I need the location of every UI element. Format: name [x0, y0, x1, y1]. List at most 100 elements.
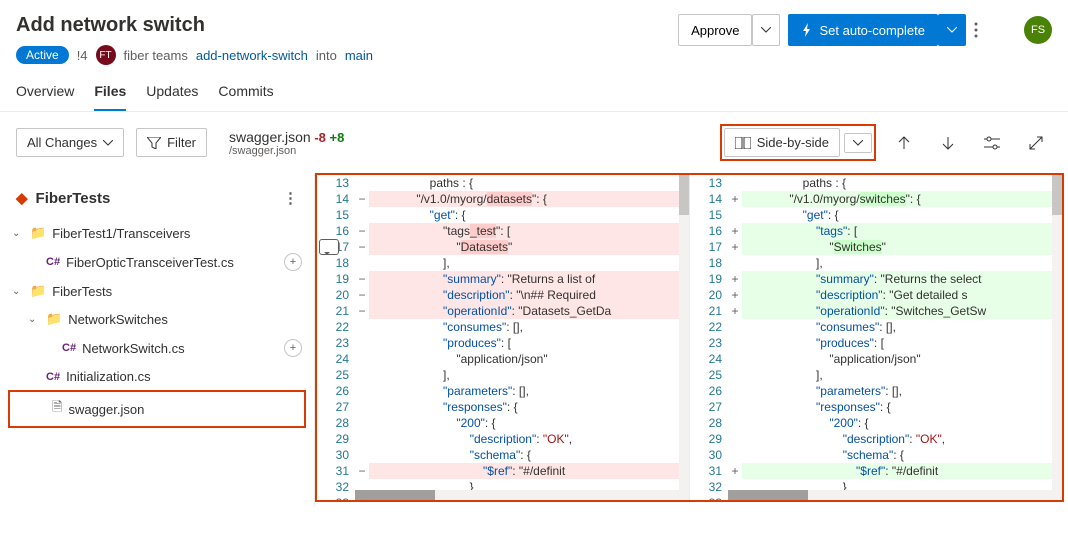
- diff-line[interactable]: 28 "200": {: [317, 415, 689, 431]
- expand-icon: [1029, 136, 1043, 150]
- diff-line[interactable]: 23 "produces": [: [317, 335, 689, 351]
- diff-line[interactable]: 30 "schema": {: [690, 447, 1062, 463]
- settings-button[interactable]: [976, 127, 1008, 159]
- tree-item-label: FiberOpticTransceiverTest.cs: [66, 255, 234, 270]
- diff-line[interactable]: 31+ "$ref": "#/definit: [690, 463, 1062, 479]
- diff-line[interactable]: 15 "get": {: [317, 207, 689, 223]
- tab-updates[interactable]: Updates: [146, 73, 198, 111]
- target-branch-link[interactable]: main: [345, 48, 373, 63]
- line-number: 29: [317, 431, 355, 447]
- line-number: 16: [317, 223, 355, 239]
- diff-line[interactable]: 24 "application/json": [317, 351, 689, 367]
- vertical-scrollbar[interactable]: [1052, 175, 1062, 500]
- line-number: 13: [690, 175, 728, 191]
- diff-line[interactable]: 18 ],: [317, 255, 689, 271]
- diff-line[interactable]: 14+ "/v1.0/myorg/switches": {: [690, 191, 1062, 207]
- code-content: "get": {: [776, 207, 1062, 223]
- chevron-down-icon: [103, 140, 113, 146]
- project-name[interactable]: FiberTests: [36, 190, 111, 207]
- diff-gutter: [369, 271, 403, 287]
- add-comment-button[interactable]: +: [284, 253, 302, 271]
- chevron-down-icon: [853, 140, 863, 146]
- diff-marker: +: [728, 463, 742, 479]
- diff-line[interactable]: 25 ],: [317, 367, 689, 383]
- tab-commits[interactable]: Commits: [218, 73, 273, 111]
- line-number: 22: [690, 319, 728, 335]
- diff-line[interactable]: 20+ "description": "Get detailed s: [690, 287, 1062, 303]
- diff-line[interactable]: 29 "description": "OK",: [317, 431, 689, 447]
- view-mode-chevron[interactable]: [844, 133, 872, 153]
- changes-filter-dropdown[interactable]: All Changes: [16, 128, 124, 157]
- project-more-button[interactable]: ⋮: [283, 189, 298, 207]
- diff-line[interactable]: 17− "Datasets": [317, 239, 689, 255]
- tree-item[interactable]: C#Initialization.cs: [0, 363, 314, 390]
- tree-item[interactable]: ⌄📁NetworkSwitches: [0, 305, 314, 333]
- diff-line[interactable]: 25 ],: [690, 367, 1062, 383]
- diff-line[interactable]: 22 "consumes": [],: [690, 319, 1062, 335]
- diff-line[interactable]: 24 "application/json": [690, 351, 1062, 367]
- diff-line[interactable]: 16− "tags_test": [: [317, 223, 689, 239]
- diff-filepath: /swagger.json: [229, 145, 344, 157]
- diff-line[interactable]: 27 "responses": {: [690, 399, 1062, 415]
- diff-line[interactable]: 16+ "tags": [: [690, 223, 1062, 239]
- user-avatar[interactable]: FS: [1024, 16, 1052, 44]
- diff-line[interactable]: 26 "parameters": [],: [317, 383, 689, 399]
- line-number: 25: [317, 367, 355, 383]
- tree-item[interactable]: 🗎swagger.json: [8, 390, 306, 428]
- diff-line[interactable]: 13 paths : {: [690, 175, 1062, 191]
- diff-line[interactable]: 13 paths : {: [317, 175, 689, 191]
- line-number: 32: [317, 479, 355, 495]
- next-diff-button[interactable]: [932, 127, 964, 159]
- diff-line[interactable]: 18 ],: [690, 255, 1062, 271]
- prev-diff-button[interactable]: [888, 127, 920, 159]
- diff-line[interactable]: 31− "$ref": "#/definit: [317, 463, 689, 479]
- view-mode-highlight: Side-by-side: [720, 124, 876, 161]
- diff-line[interactable]: 14− "/v1.0/myorg/datasets": {: [317, 191, 689, 207]
- tab-overview[interactable]: Overview: [16, 73, 74, 111]
- diff-marker: [728, 207, 742, 223]
- side-by-side-icon: [735, 137, 751, 149]
- filter-button[interactable]: Filter: [136, 128, 207, 157]
- add-comment-button[interactable]: +: [284, 339, 302, 357]
- horizontal-scrollbar[interactable]: [355, 490, 679, 500]
- line-number: 21: [690, 303, 728, 319]
- tree-item[interactable]: ⌄📁FiberTest1/Transceivers: [0, 219, 314, 247]
- source-branch-link[interactable]: add-network-switch: [196, 48, 308, 63]
- more-actions-button[interactable]: [974, 22, 1006, 38]
- tree-item[interactable]: C#NetworkSwitch.cs+: [0, 333, 314, 363]
- tree-item[interactable]: ⌄📁FiberTests: [0, 277, 314, 305]
- fullscreen-button[interactable]: [1020, 127, 1052, 159]
- diff-line[interactable]: 21+ "operationId": "Switches_GetSw: [690, 303, 1062, 319]
- set-autocomplete-button[interactable]: Set auto-complete: [788, 14, 938, 46]
- diff-line[interactable]: 21− "operationId": "Datasets_GetDa: [317, 303, 689, 319]
- autocomplete-dropdown[interactable]: [938, 14, 966, 46]
- diff-line[interactable]: 30 "schema": {: [317, 447, 689, 463]
- diff-line[interactable]: 19+ "summary": "Returns the select: [690, 271, 1062, 287]
- csharp-icon: C#: [46, 256, 60, 268]
- vertical-scrollbar[interactable]: [679, 175, 689, 500]
- diff-line[interactable]: 19− "summary": "Returns a list of: [317, 271, 689, 287]
- code-content: "get": {: [403, 207, 689, 223]
- tab-files[interactable]: Files: [94, 73, 126, 111]
- approve-button[interactable]: Approve: [678, 14, 752, 46]
- diff-line[interactable]: 15 "get": {: [690, 207, 1062, 223]
- diff-marker: −: [355, 463, 369, 479]
- diff-line[interactable]: 17+ "Switches": [690, 239, 1062, 255]
- code-content: ],: [403, 367, 689, 383]
- diff-line[interactable]: 29 "description": "OK",: [690, 431, 1062, 447]
- diff-line[interactable]: 26 "parameters": [],: [690, 383, 1062, 399]
- comment-thread-icon[interactable]: [319, 239, 339, 255]
- diff-line[interactable]: 28 "200": {: [690, 415, 1062, 431]
- team-avatar[interactable]: FT: [96, 45, 116, 65]
- tree-item[interactable]: C# FiberOpticTransceiverTest.cs +: [0, 247, 314, 277]
- approve-dropdown[interactable]: [752, 14, 780, 46]
- code-content: "operationId": "Switches_GetSw: [776, 303, 1062, 319]
- diff-line[interactable]: 27 "responses": {: [317, 399, 689, 415]
- view-mode-dropdown[interactable]: Side-by-side: [724, 128, 840, 157]
- horizontal-scrollbar[interactable]: [728, 490, 1052, 500]
- diff-line[interactable]: 23 "produces": [: [690, 335, 1062, 351]
- code-content: "responses": {: [776, 399, 1062, 415]
- line-number: 24: [317, 351, 355, 367]
- diff-line[interactable]: 22 "consumes": [],: [317, 319, 689, 335]
- diff-line[interactable]: 20− "description": "\n## Required: [317, 287, 689, 303]
